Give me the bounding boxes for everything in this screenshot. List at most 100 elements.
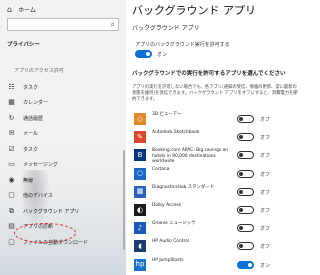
cube-icon: ◇ [134,113,146,125]
search-icon: ⌕ [110,20,115,29]
app-row: ✎ Autodesk Sketchbook オフ [132,129,300,147]
diagnostics-icon: ▦ [134,185,146,198]
toggle-knob [239,226,243,231]
app-name: Cortana [152,166,170,172]
toggle-state-label: オフ [260,226,271,233]
app-background-toggle[interactable] [237,187,254,196]
toggle-knob [239,171,243,176]
nav-label: 通話履歴 [23,115,44,122]
app-row: ◇ 3D ビューアーオフ [132,111,300,129]
home-icon: ⌂ [7,5,13,14]
booking-icon: B [134,149,146,162]
sidebar-heading: プライバシー [7,42,40,48]
section-title: バックグラウンド アプリ [132,25,200,32]
nav-label: メール [23,131,39,137]
nav-label: タスク [23,84,39,91]
allow-background-state: オン [157,52,168,58]
nav-icon: ⧉ [9,206,14,215]
toggle-state-label: オフ [260,244,271,251]
app-row: ○ Cortana オフ [132,166,300,184]
sidebar-item-email[interactable]: ✉ メール [7,127,121,141]
sidebar-item-tasks[interactable]: ☷ タスク [7,80,121,94]
app-row: ◖ HP Audio Control オフ [132,238,300,256]
home-link[interactable]: ⌂ ホーム [7,5,36,14]
choose-apps-description: アプリの実行を許可しない場合でも、各アプリ(通知の受信、情報の更新、常に最新の状… [132,85,298,102]
nav-icon: ▢ [8,191,15,199]
app-row: B Booking.com APAC: Big savings on hotels… [132,147,300,165]
sidebar-item-other-devices[interactable]: ▢ 他のデバイス [7,189,121,203]
app-background-toggle[interactable] [237,260,254,269]
nav-icon: ☑ [8,144,15,153]
app-name: HP Audio Control [152,239,190,245]
home-label: ホーム [18,7,36,14]
app-background-toggle[interactable] [237,242,254,251]
main-panel: バックグラウンド アプリ バックグラウンド アプリ アプリのバックグラウンド実行… [132,0,300,275]
app-background-toggle[interactable] [237,151,254,160]
app-background-toggle[interactable] [237,206,254,214]
settings-search-input[interactable]: ⌕ [7,18,119,31]
hp-audio-icon: ◖ [134,240,146,253]
choose-apps-title: バックグラウンドでの実行を許可するアプリを選んでください [132,71,286,77]
sidebar-scrollbar[interactable] [123,150,125,250]
app-name: Dolby Access [152,203,182,208]
app-name: Autodesk Sketchbook [152,130,200,136]
nav-icon: ▦ [8,98,15,106]
sidebar-item-background-apps[interactable]: ⧉ バックグラウンド アプリ [7,204,121,218]
sidebar-item-call-history[interactable]: ↻ 通話履歴 [7,111,121,125]
app-name: DiagnosticsHub スタンダード [152,184,215,190]
groove-music-icon: ♪ [134,222,146,235]
nav-icon: ✉ [8,129,15,137]
toggle-knob [239,189,243,194]
dolby-icon: ◐ [134,204,146,216]
toggle-state-label: オン [260,262,271,269]
nav-icon: ☷ [8,82,15,91]
nav-icon: ↻ [8,113,15,122]
app-row: hp HP JumpStarts オン [132,257,300,275]
sidebar-item-tasks-2[interactable]: ☑ タスク [7,142,121,156]
nav-label: タスク [23,146,39,153]
app-background-toggle[interactable] [237,224,254,233]
toggle-state-label: オフ [260,171,271,178]
highlight-circle [14,223,76,243]
sidebar-item-messaging[interactable]: ▭ メッセージング [7,158,121,172]
cortana-icon: ○ [134,167,146,180]
toggle-knob [146,52,150,56]
app-background-toggle[interactable] [237,115,254,123]
nav-label: メッセージング [23,162,58,168]
page-title: バックグラウンド アプリ [132,4,257,17]
app-name: HP JumpStarts [152,257,184,263]
app-background-toggle[interactable] [237,133,254,142]
app-row: ▦ DiagnosticsHub スタンダード オフ [132,184,300,202]
app-name: Groove ミュージック [152,221,196,227]
toggle-knob [239,135,243,140]
toggle-state-label: オフ [260,117,271,123]
nav-icon: ▭ [8,160,15,168]
nav-label: 他のデバイス [23,193,53,199]
nav-label: バックグラウンド アプリ [23,208,80,215]
app-name: Booking.com APAC: Big savings on hotels … [152,148,229,165]
app-row: ♪ Groove ミュージックオフ [132,220,300,238]
sketchbook-icon: ✎ [134,131,146,144]
toggle-knob [239,153,243,158]
sidebar-section-label: アプリのアクセス許可 [14,68,64,74]
toggle-knob [248,262,252,267]
nav-label: 無線 [23,177,34,184]
app-name: 3D ビューアー [152,112,182,117]
toggle-knob [239,244,243,249]
settings-sidebar: ⌂ ホーム ⌕ プライバシー アプリのアクセス許可 ☷ タスク ▦ カレンダー ↻ 通話履… [0,0,126,275]
hp-jumpstarts-icon: hp [134,258,146,271]
nav-icon: ▢ [8,237,15,246]
allow-background-label: アプリのバックグラウンド実行を許可する [135,42,230,48]
app-background-toggle[interactable] [237,169,254,178]
app-row: ◐ Dolby Access オフ [132,202,300,220]
sidebar-item-calendar[interactable]: ▦ カレンダー [7,96,121,110]
toggle-knob [239,208,243,212]
allow-background-toggle[interactable] [135,50,152,58]
toggle-state-label: オフ [260,135,271,142]
nav-icon: ◉ [8,175,15,184]
toggle-state-label: オフ [260,208,271,214]
toggle-state-label: オフ [260,153,271,160]
sidebar-item-radio[interactable]: ◉ 無線 [7,173,121,187]
toggle-knob [239,117,243,121]
nav-label: カレンダー [23,100,49,106]
